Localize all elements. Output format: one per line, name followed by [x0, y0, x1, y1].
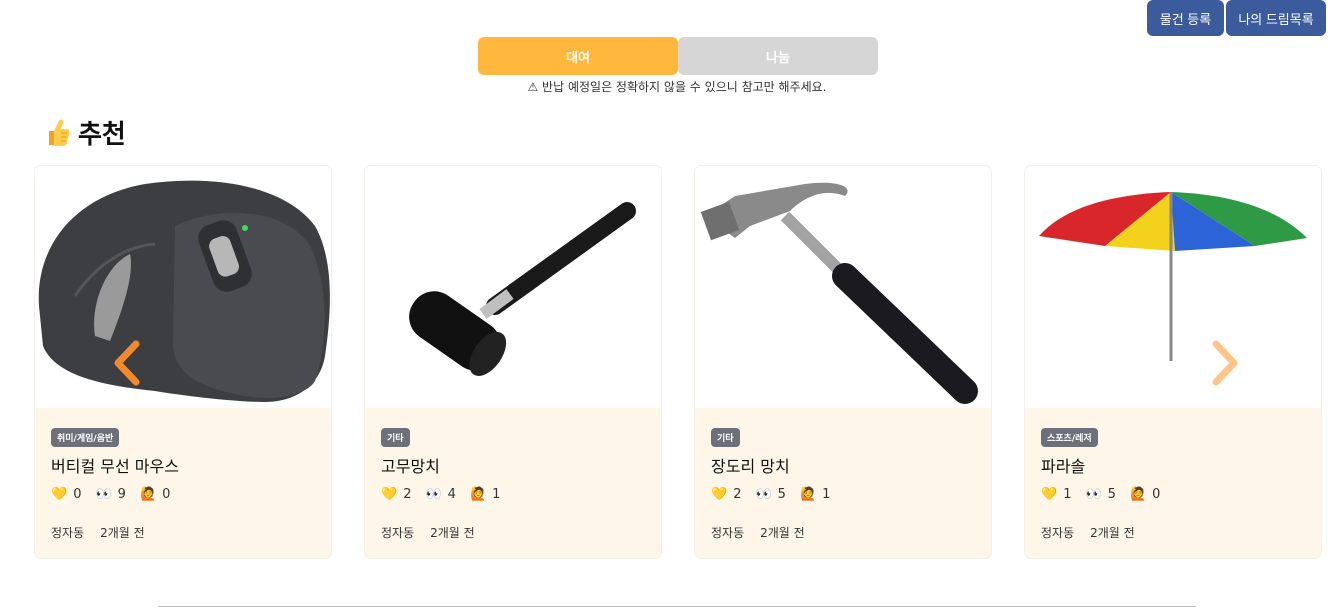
request-count: 1 — [492, 487, 501, 502]
product-title: 버티컬 무선 마우스 — [51, 457, 179, 476]
like-count: 0 — [73, 487, 82, 502]
like-count: 2 — [733, 487, 742, 502]
eyes-icon: 👀 — [1085, 487, 1102, 502]
divider — [158, 606, 1196, 607]
raising-hand-icon: 🙋 — [799, 487, 817, 502]
tab-rent-label: 대여 — [566, 50, 590, 66]
time-ago: 2개월 전 — [1090, 526, 1135, 540]
raising-hand-icon: 🙋 — [139, 487, 157, 502]
location: 정자동 — [51, 526, 85, 540]
product-title: 파라솔 — [1041, 457, 1086, 476]
yellow-heart-icon: 💛 — [381, 487, 398, 502]
raising-hand-icon: 🙋 — [1129, 487, 1147, 502]
tab-share-label: 나눔 — [766, 50, 790, 66]
eyes-icon: 👀 — [425, 487, 442, 502]
eyes-icon: 👀 — [95, 487, 112, 502]
chevron-right-icon[interactable] — [1212, 340, 1242, 386]
register-item-button[interactable]: 물건 등록 — [1147, 0, 1224, 36]
chevron-left-icon[interactable] — [110, 340, 140, 386]
yellow-heart-icon: 💛 — [711, 487, 728, 502]
claw-hammer-image — [700, 182, 978, 404]
location: 정자동 — [711, 526, 745, 540]
product-card[interactable]: 스포츠/레저 파라솔 💛 1 👀 5 🙋 0 정자동 2개월 전 — [1025, 166, 1321, 558]
yellow-heart-icon: 💛 — [1041, 487, 1058, 502]
request-count: 0 — [1152, 487, 1161, 502]
raising-hand-icon: 🙋 — [469, 487, 487, 502]
view-count: 5 — [1107, 487, 1116, 502]
tab-rent[interactable]: 대여 — [478, 37, 678, 75]
request-count: 1 — [822, 487, 831, 502]
time-ago: 2개월 전 — [100, 526, 145, 540]
yellow-heart-icon: 💛 — [51, 487, 68, 502]
product-card[interactable]: 기타 장도리 망치 💛 2 👀 5 🙋 1 정자동 2개월 전 — [695, 166, 991, 558]
location: 정자동 — [381, 526, 415, 540]
time-ago: 2개월 전 — [430, 526, 475, 540]
eyes-icon: 👀 — [755, 487, 772, 502]
parasol-image — [1039, 192, 1307, 361]
view-count: 9 — [117, 487, 126, 502]
like-count: 2 — [403, 487, 412, 502]
product-title: 고무망치 — [381, 457, 440, 476]
like-count: 1 — [1063, 487, 1072, 502]
category-badge: 취미/게임/음반 — [51, 428, 120, 447]
return-date-notice: ⚠ 반납 예정일은 정확하지 않을 수 있으니 참고만 해주세요. — [527, 80, 827, 94]
category-badge: 기타 — [381, 428, 410, 447]
mouse-image — [38, 180, 330, 402]
product-card[interactable]: 기타 고무망치 💛 2 👀 4 🙋 1 정자동 2개월 전 — [365, 166, 661, 558]
time-ago: 2개월 전 — [760, 526, 805, 540]
product-title: 장도리 망치 — [711, 457, 790, 476]
rubber-mallet-image — [409, 202, 636, 376]
my-dream-list-button[interactable]: 나의 드림목록 — [1226, 0, 1326, 36]
tab-share[interactable]: 나눔 — [678, 37, 878, 75]
view-count: 4 — [447, 487, 456, 502]
request-count: 0 — [162, 487, 171, 502]
view-count: 5 — [777, 487, 786, 502]
category-badge: 기타 — [711, 428, 740, 447]
product-image — [1025, 166, 1321, 408]
product-card[interactable]: 취미/게임/음반 버티컬 무선 마우스 💛 0 👀 9 🙋 0 정자동 2개월 전 — [35, 166, 331, 558]
product-image — [35, 166, 331, 408]
product-image — [365, 166, 661, 408]
location: 정자동 — [1041, 526, 1075, 540]
category-badge: 스포츠/레저 — [1041, 428, 1098, 447]
section-title: 추천 — [78, 120, 126, 150]
section-heading: 추천 — [44, 114, 126, 151]
thumbs-up-icon — [49, 119, 70, 146]
product-image — [695, 166, 991, 408]
